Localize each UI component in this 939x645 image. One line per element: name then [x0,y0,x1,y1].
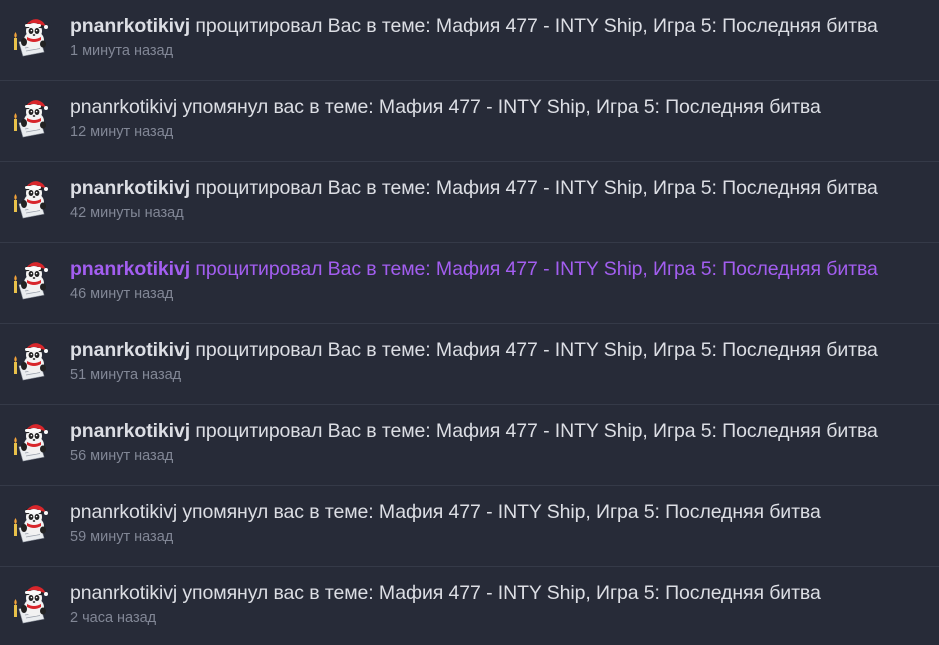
notification-text[interactable]: pnanrkotikivj процитировал Вас в теме: М… [70,257,931,281]
notification-list: pnanrkotikivj процитировал Вас в теме: М… [0,0,939,645]
panda-santa-avatar-icon[interactable] [10,16,54,60]
notification-user[interactable]: pnanrkotikivj [70,177,190,199]
panda-santa-avatar-icon[interactable] [10,178,54,222]
notification-item[interactable]: pnanrkotikivj упомянул вас в теме: Мафия… [0,81,939,162]
notification-content: pnanrkotikivj процитировал Вас в теме: М… [70,257,931,303]
notification-text[interactable]: pnanrkotikivj процитировал Вас в теме: М… [70,14,931,38]
notification-time: 46 минут назад [70,286,174,302]
notification-content: pnanrkotikivj упомянул вас в теме: Мафия… [70,95,931,141]
notification-user[interactable]: pnanrkotikivj [70,258,190,280]
panda-santa-avatar-icon[interactable] [10,97,54,141]
notification-item[interactable]: pnanrkotikivj процитировал Вас в теме: М… [0,162,939,243]
notification-text[interactable]: pnanrkotikivj упомянул вас в теме: Мафия… [70,500,931,524]
notification-user[interactable]: pnanrkotikivj [70,420,190,442]
notification-content: pnanrkotikivj процитировал Вас в теме: М… [70,14,931,60]
notification-action: упомянул вас в теме: Мафия 477 - INTY Sh… [177,96,821,118]
notification-user[interactable]: pnanrkotikivj [70,15,190,37]
notification-content: pnanrkotikivj процитировал Вас в теме: М… [70,176,931,222]
notification-action: процитировал Вас в теме: Мафия 477 - INT… [190,258,878,280]
notification-item[interactable]: pnanrkotikivj процитировал Вас в теме: М… [0,324,939,405]
notification-text[interactable]: pnanrkotikivj упомянул вас в теме: Мафия… [70,581,931,605]
notification-time: 42 минуты назад [70,205,184,221]
notification-user[interactable]: pnanrkotikivj [70,96,177,118]
panda-santa-avatar-icon[interactable] [10,583,54,627]
notification-content: pnanrkotikivj процитировал Вас в теме: М… [70,419,931,465]
notification-item[interactable]: pnanrkotikivj упомянул вас в теме: Мафия… [0,486,939,567]
notification-text[interactable]: pnanrkotikivj процитировал Вас в теме: М… [70,176,931,200]
notification-action: процитировал Вас в теме: Мафия 477 - INT… [190,15,878,37]
notification-content: pnanrkotikivj упомянул вас в теме: Мафия… [70,500,931,546]
notification-user[interactable]: pnanrkotikivj [70,582,177,604]
notification-action: упомянул вас в теме: Мафия 477 - INTY Sh… [177,501,821,523]
notification-item-hovered[interactable]: pnanrkotikivj процитировал Вас в теме: М… [0,243,939,324]
notification-user[interactable]: pnanrkotikivj [70,501,177,523]
notification-item[interactable]: pnanrkotikivj процитировал Вас в теме: М… [0,0,939,81]
panda-santa-avatar-icon[interactable] [10,421,54,465]
notification-action: процитировал Вас в теме: Мафия 477 - INT… [190,177,878,199]
notification-action: процитировал Вас в теме: Мафия 477 - INT… [190,420,878,442]
notification-text[interactable]: pnanrkotikivj процитировал Вас в теме: М… [70,338,931,362]
notification-time: 1 минута назад [70,43,174,59]
notification-content: pnanrkotikivj процитировал Вас в теме: М… [70,338,931,384]
notification-text[interactable]: pnanrkotikivj упомянул вас в теме: Мафия… [70,95,931,119]
notification-user[interactable]: pnanrkotikivj [70,339,190,361]
notification-item[interactable]: pnanrkotikivj процитировал Вас в теме: М… [0,405,939,486]
notification-time: 12 минут назад [70,124,174,140]
notification-text[interactable]: pnanrkotikivj процитировал Вас в теме: М… [70,419,931,443]
notification-time: 2 часа назад [70,610,157,626]
notification-time: 56 минут назад [70,448,174,464]
panda-santa-avatar-icon[interactable] [10,259,54,303]
notification-action: упомянул вас в теме: Мафия 477 - INTY Sh… [177,582,821,604]
panda-santa-avatar-icon[interactable] [10,502,54,546]
notification-content: pnanrkotikivj упомянул вас в теме: Мафия… [70,581,931,627]
notification-time: 59 минут назад [70,529,174,545]
notification-action: процитировал Вас в теме: Мафия 477 - INT… [190,339,878,361]
panda-santa-avatar-icon[interactable] [10,340,54,384]
notification-item[interactable]: pnanrkotikivj упомянул вас в теме: Мафия… [0,567,939,645]
notification-time: 51 минута назад [70,367,182,383]
